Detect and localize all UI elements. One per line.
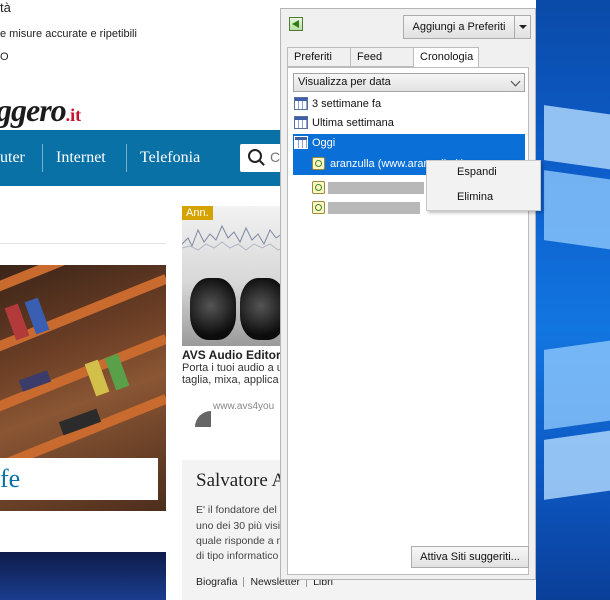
view-by-value: Visualizza per data: [298, 76, 391, 88]
author-name[interactable]: Salvatore A: [196, 470, 285, 492]
author-bio-line: di tipo informatico: [196, 550, 279, 562]
view-by-select[interactable]: Visualizza per data: [293, 73, 525, 92]
ad-url[interactable]: www.avs4you: [213, 401, 274, 412]
logo-tld: .it: [65, 105, 82, 125]
article-image-bottom[interactable]: [0, 552, 166, 600]
add-favorites-dropdown-arrow[interactable]: [514, 15, 531, 39]
ad-badge: Ann.: [182, 206, 213, 220]
search-icon: [248, 149, 262, 163]
redacted-text: [328, 202, 420, 214]
desktop-wallpaper: [536, 0, 610, 600]
top-text-line-2: e misure accurate e ripetibili: [0, 28, 137, 40]
enable-suggested-sites-button[interactable]: Attiva Siti suggeriti...: [411, 546, 529, 568]
nav-item-internet[interactable]: Internet: [56, 149, 106, 167]
nav-item-telefonia[interactable]: Telefonia: [140, 149, 200, 167]
pin-favorites-center-icon[interactable]: [289, 17, 303, 31]
favorites-center-panel: Aggiungi a Preferiti Preferiti Feed Cron…: [280, 8, 536, 580]
divider: [0, 243, 166, 244]
calendar-icon: [294, 116, 308, 129]
waveform-graphic: [182, 224, 290, 251]
top-text-line-3: O: [0, 51, 9, 63]
nav-separator: [42, 144, 43, 172]
article-caption: fe: [0, 464, 21, 493]
redacted-text: [328, 182, 424, 194]
add-to-favorites-button[interactable]: Aggiungi a Preferiti: [403, 15, 515, 39]
history-item-label: Ultima settimana: [312, 117, 394, 129]
nav-item-computer[interactable]: uter: [0, 149, 25, 167]
ad-image-headphones[interactable]: [182, 206, 290, 346]
page-icon: [312, 181, 325, 194]
history-page-entry[interactable]: [312, 199, 442, 217]
tab-feed[interactable]: Feed: [350, 47, 414, 67]
site-logo[interactable]: ggero.it: [0, 92, 81, 129]
ad-description-line: Porta i tuoi audio a u: [182, 362, 283, 374]
ad-description-line: taglia, mixa, applica e: [182, 374, 288, 386]
history-page-entry[interactable]: [312, 179, 442, 197]
author-bio-line: uno dei 30 più visi: [196, 520, 281, 532]
add-favorites-group: Aggiungi a Preferiti: [403, 15, 531, 39]
chevron-down-icon: [510, 76, 521, 87]
menu-item-espandi[interactable]: Espandi: [427, 162, 540, 184]
tab-cronologia[interactable]: Cronologia: [413, 47, 479, 68]
search-placeholder: C: [270, 149, 281, 165]
page-icon: [312, 201, 325, 214]
link-biografia[interactable]: Biografia: [196, 576, 237, 588]
menu-item-elimina[interactable]: Elimina: [427, 187, 540, 209]
menu-item-label: Espandi: [457, 166, 497, 178]
logo-text: ggero: [0, 92, 67, 128]
article-caption-box[interactable]: fe: [0, 458, 158, 500]
author-bio-line: E' il fondatore del: [196, 504, 277, 516]
history-item-label: Oggi: [312, 137, 336, 149]
context-menu: Espandi Elimina: [426, 160, 541, 211]
history-item-label: 3 settimane fa: [312, 98, 382, 110]
ad-info-icon[interactable]: [193, 409, 211, 427]
nav-separator: [126, 144, 127, 172]
tab-preferiti[interactable]: Preferiti: [287, 47, 351, 67]
top-text-line-1: tà: [0, 0, 11, 15]
menu-item-label: Elimina: [457, 191, 494, 203]
calendar-icon: [294, 136, 308, 149]
site-folder-icon: [312, 157, 325, 170]
history-tab-content: Visualizza per data 3 settimane fa Ultim…: [287, 67, 529, 575]
ad-title[interactable]: AVS Audio Editor: [182, 348, 281, 362]
author-bio-line: quale risponde a n: [196, 535, 283, 547]
calendar-icon: [294, 97, 308, 110]
